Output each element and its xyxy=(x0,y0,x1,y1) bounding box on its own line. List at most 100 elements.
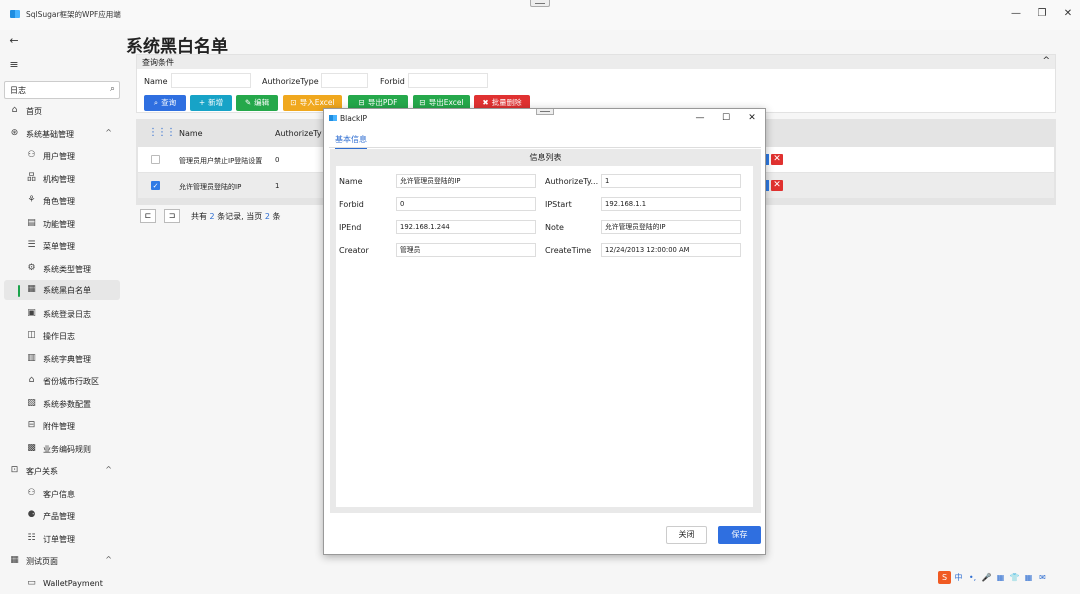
sidebar-item[interactable]: ⚇ 客户信息 xyxy=(0,484,126,504)
ime-icon[interactable]: 🎤 xyxy=(980,571,993,584)
ime-icon[interactable]: 中 xyxy=(952,571,965,584)
sidebar-item[interactable]: ⚇ 用户管理 xyxy=(0,146,126,166)
dialog-minimize-button[interactable]: — xyxy=(691,111,709,125)
sidebar-item[interactable]: ⚘ 角色管理 xyxy=(0,191,126,211)
sidebar-item-icon: ☰ xyxy=(27,240,36,250)
field-input[interactable]: 1 xyxy=(601,174,741,188)
sidebar-item[interactable]: ⊛ 系统基础管理 ^ xyxy=(0,124,126,144)
edit-icon[interactable] xyxy=(766,180,769,191)
dialog-drag-grip-icon[interactable] xyxy=(536,109,554,115)
sidebar-item-icon: ⌂ xyxy=(11,105,18,115)
authorize-type-input[interactable] xyxy=(321,73,368,88)
sidebar-item[interactable]: ☷ 订单管理 xyxy=(0,529,126,549)
chevron-up-icon[interactable]: ^ xyxy=(105,465,112,474)
field-input[interactable]: 0 xyxy=(396,197,536,211)
minimize-button[interactable]: — xyxy=(1006,6,1026,22)
query-button[interactable]: ✎ 编辑 xyxy=(236,95,278,111)
name-label: Name xyxy=(144,77,168,86)
column-header-authorize[interactable]: AuthorizeTy xyxy=(275,129,322,138)
dialog-close-button[interactable]: ✕ xyxy=(743,111,761,125)
sidebar-item[interactable]: ▦ 测试页面 ^ xyxy=(0,551,126,571)
row-checkbox-checked[interactable]: ✓ xyxy=(151,181,160,190)
sidebar-item[interactable]: 品机构管理 xyxy=(0,169,126,189)
chevron-up-icon[interactable]: ^ xyxy=(105,555,112,564)
query-panel-header[interactable]: 查询条件 ^ xyxy=(137,55,1055,69)
query-button[interactable]: + 新增 xyxy=(190,95,232,111)
sidebar-item[interactable]: ⊡ 客户关系 ^ xyxy=(0,461,126,481)
sidebar-item[interactable]: ▣ 系统登录日志 xyxy=(0,304,126,324)
field-input[interactable]: 允许管理员登陆的IP xyxy=(396,174,536,188)
button-icon: + xyxy=(198,98,206,107)
search-value: 日志 xyxy=(10,86,26,95)
chevron-up-icon[interactable]: ^ xyxy=(105,128,112,137)
sidebar-item[interactable]: ⌂ 首页 xyxy=(0,101,126,121)
sidebar-item-label: 系统登录日志 xyxy=(43,310,91,319)
sidebar-item[interactable]: ⚙ 系统类型管理 xyxy=(0,259,126,279)
name-input[interactable] xyxy=(171,73,251,88)
button-label: 导入Excel xyxy=(299,98,335,107)
dialog-maximize-button[interactable]: ☐ xyxy=(717,111,735,125)
ime-icon[interactable]: ▦ xyxy=(1022,571,1035,584)
sidebar-item[interactable]: ▩ 业务编码规则 xyxy=(0,439,126,459)
field-input[interactable]: 192.168.1.1 xyxy=(601,197,741,211)
delete-icon[interactable]: ✕ xyxy=(771,154,783,165)
field-label: AuthorizeTy... xyxy=(545,177,599,186)
field-label: IPEnd xyxy=(339,223,362,232)
total-count: 2 xyxy=(209,212,215,221)
hamburger-menu-icon[interactable]: ≡ xyxy=(6,57,22,73)
ime-icon[interactable]: •, xyxy=(966,571,979,584)
sidebar-item-label: 系统参数配置 xyxy=(43,400,91,409)
close-button[interactable]: ✕ xyxy=(1058,6,1078,22)
drag-grip-icon[interactable] xyxy=(530,0,550,7)
sidebar-item-label: 首页 xyxy=(26,107,42,116)
forbid-input[interactable] xyxy=(408,73,488,88)
sidebar-item[interactable]: ◫ 操作日志 xyxy=(0,326,126,346)
field-input[interactable]: 管理员 xyxy=(396,243,536,257)
ime-icon[interactable]: ▦ xyxy=(994,571,1007,584)
sidebar-item[interactable]: ⊟ 附件管理 xyxy=(0,416,126,436)
ime-toolbar[interactable]: S 中 •, 🎤 ▦ 👕 ▦ ✉ xyxy=(938,570,1054,586)
ime-icon[interactable]: ✉ xyxy=(1036,571,1049,584)
sidebar-item-label: 订单管理 xyxy=(43,535,75,544)
sidebar-item[interactable]: ▤ 功能管理 xyxy=(0,214,126,234)
button-icon: ⊟ xyxy=(358,98,365,107)
sidebar-item[interactable]: ☰ 菜单管理 xyxy=(0,236,126,256)
button-icon: ✖ xyxy=(482,98,489,107)
search-input[interactable]: 日志 ⌕ xyxy=(4,81,120,99)
column-header-name[interactable]: Name xyxy=(179,129,203,138)
sidebar-item[interactable]: ⌂ 省份城市行政区 xyxy=(0,371,126,391)
column-chooser-icon[interactable]: ⋮⋮⋮ xyxy=(148,127,176,138)
field-label: Name xyxy=(339,177,363,186)
sidebar-item-label: 用户管理 xyxy=(43,152,75,161)
sidebar-item-icon: ☷ xyxy=(27,533,36,543)
button-label: 导出PDF xyxy=(367,98,398,107)
sidebar-item[interactable]: ⚈ 产品管理 xyxy=(0,506,126,526)
button-icon: ⌕ xyxy=(153,98,159,107)
back-arrow-icon[interactable]: ← xyxy=(6,33,22,49)
ime-icon[interactable]: S xyxy=(938,571,951,584)
last-page-icon[interactable]: ⊐ xyxy=(164,209,180,223)
first-page-icon[interactable]: ⊏ xyxy=(140,209,156,223)
window-title: SqlSugar框架的WPF应用端 xyxy=(26,10,121,19)
edit-icon[interactable] xyxy=(766,154,769,165)
dialog-save-button[interactable]: 保存 xyxy=(718,526,761,544)
dialog-title: BlackIP xyxy=(340,114,368,123)
delete-icon[interactable]: ✕ xyxy=(771,180,783,191)
dialog-cancel-button[interactable]: 关闭 xyxy=(666,526,707,544)
sidebar-item[interactable]: ▭ WalletPayment xyxy=(0,574,126,594)
maximize-button[interactable]: ❐ xyxy=(1032,6,1052,22)
ime-icon[interactable]: 👕 xyxy=(1008,571,1021,584)
field-input[interactable]: 12/24/2013 12:00:00 AM xyxy=(601,243,741,257)
sidebar-item[interactable]: ▧ 系统参数配置 xyxy=(0,394,126,414)
sidebar-item[interactable]: ▦ 系统黑白名单 xyxy=(4,280,120,300)
search-icon[interactable]: ⌕ xyxy=(110,84,115,94)
row-checkbox[interactable] xyxy=(151,155,160,164)
field-input[interactable]: 允许管理员登陆的IP xyxy=(601,220,741,234)
sidebar-item-label: 省份城市行政区 xyxy=(43,377,99,386)
field-input[interactable]: 192.168.1.244 xyxy=(396,220,536,234)
button-label: 新增 xyxy=(208,98,224,107)
collapse-icon[interactable]: ^ xyxy=(1042,56,1050,66)
query-button[interactable]: ⌕ 查询 xyxy=(144,95,186,111)
sidebar-item[interactable]: ▥ 系统字典管理 xyxy=(0,349,126,369)
sidebar-item-label: 产品管理 xyxy=(43,512,75,521)
